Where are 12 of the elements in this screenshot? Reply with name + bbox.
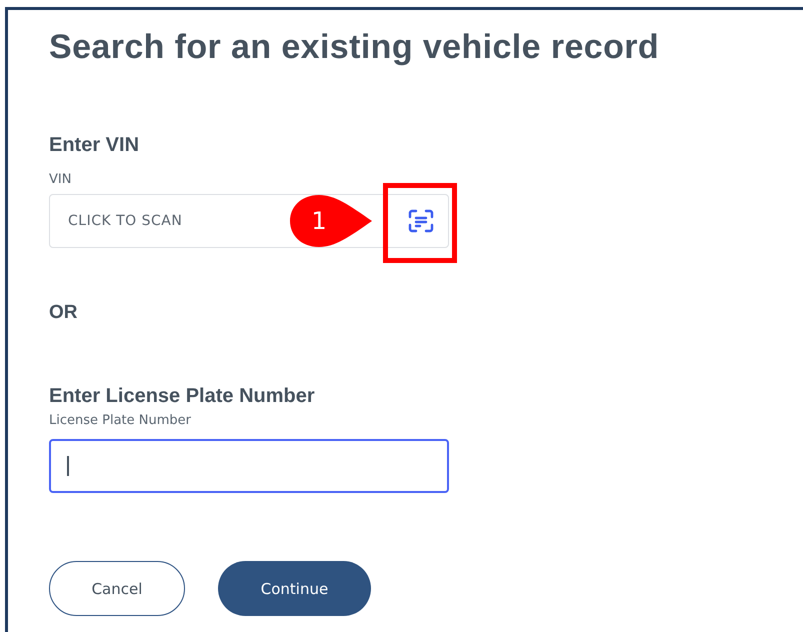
text-cursor: [67, 456, 69, 476]
plate-field[interactable]: [49, 439, 449, 493]
section-heading: Enter License Plate Number: [49, 385, 315, 408]
continue-button[interactable]: Continue: [218, 561, 371, 616]
section-heading: Enter VIN: [49, 134, 140, 157]
field-label: VIN: [49, 172, 72, 187]
scan-icon: [408, 209, 434, 233]
step-callout: 1: [289, 194, 373, 248]
separator-text: OR: [49, 302, 78, 324]
field-label: License Plate Number: [49, 413, 192, 428]
cancel-button[interactable]: Cancel: [49, 561, 185, 616]
page-title: Search for an existing vehicle record: [49, 28, 660, 67]
